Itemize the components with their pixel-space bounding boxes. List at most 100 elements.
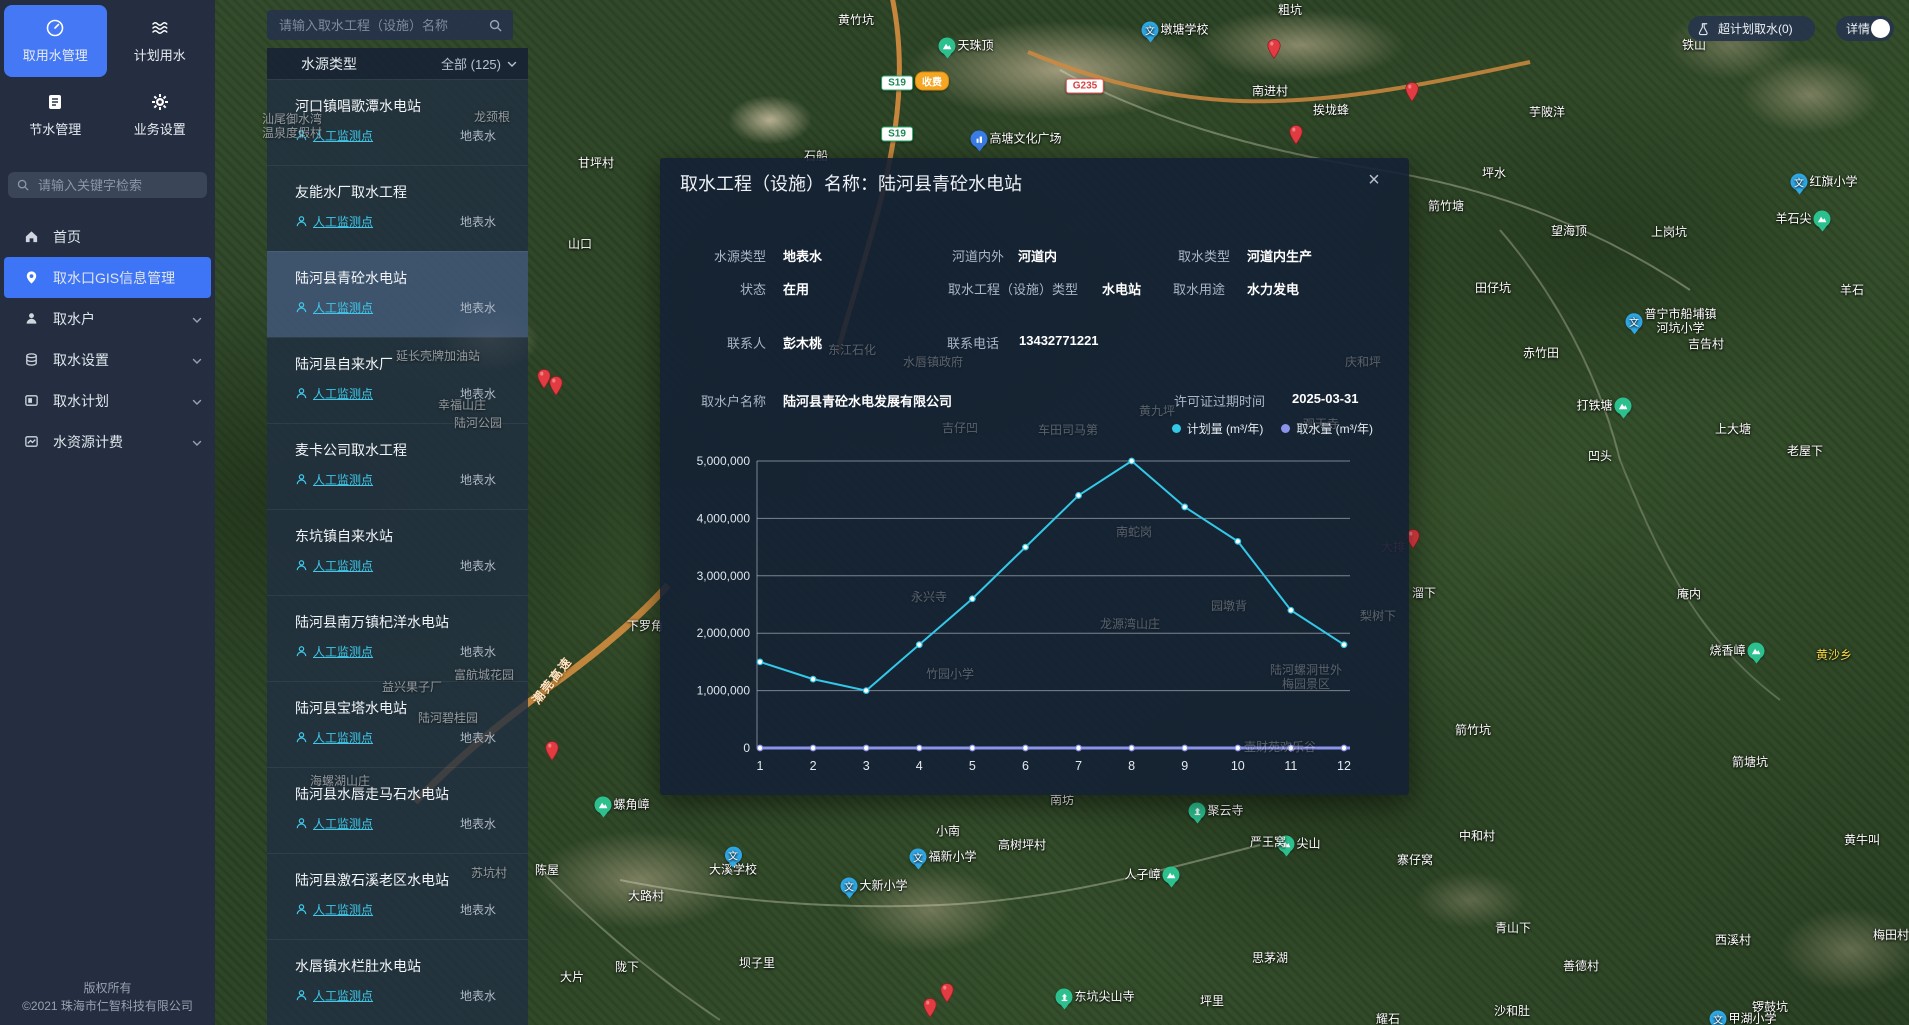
svg-text:4: 4 [916,759,923,773]
svg-text:3,000,000: 3,000,000 [697,569,751,583]
intake-marker-pin[interactable] [1289,125,1303,150]
monitor-type-link[interactable]: 人工监测点 [313,471,373,488]
station-list-item[interactable]: 陆河县激石溪老区水电站人工监测点地表水 [267,853,528,939]
database-icon [24,352,39,367]
station-list-item[interactable]: 陆河县水唇走马石水电站人工监测点 地表水 [267,767,528,853]
station-list-item[interactable]: 陆河县宝塔水电站人工监测点地表水 [267,681,528,767]
usage-chart[interactable]: 01,000,0002,000,0003,000,0004,000,0005,0… [660,440,1409,780]
monitor-type-link[interactable]: 人工监测点 [313,385,373,402]
app-root: 黄竹坑天珠顶高塘文化广场石船文墩塘学校粗坑南进村挨垅蜂芋陂洋铁山坪水箭竹塘望海顶… [0,0,1909,1025]
person-icon [295,989,308,1002]
water-source-type: 地表水 [460,815,496,832]
legend-item-1[interactable]: 计划量 (m³/年) [1172,420,1264,437]
person-icon [295,215,308,228]
sidebar-item-label: 取水户 [53,309,177,329]
station-list-item[interactable]: 水唇镇水栏肚水电站人工监测点地表水 [267,939,528,1025]
intake-marker-pin[interactable] [545,741,559,766]
svg-text:0: 0 [743,741,750,755]
svg-text:1,000,000: 1,000,000 [697,684,751,698]
person-icon [295,645,308,658]
app-tile-label: 计划用水 [134,45,186,64]
person-icon [295,473,308,486]
water-source-filter: 水源类型 全部 (125) [267,48,528,79]
legend-label: 计划量 (m³/年) [1187,420,1264,437]
sidebar-item-3[interactable]: 取水户 [0,298,215,339]
monitor-type-link[interactable]: 人工监测点 [313,557,373,574]
app-tile-1[interactable]: 取用水管理 [4,5,107,77]
toggle-knob-icon [1871,19,1890,38]
station-list-item[interactable]: 陆河县自来水厂人工监测点地表水 [267,337,528,423]
svg-text:7: 7 [1075,759,1082,773]
sidebar-item-4[interactable]: 取水设置 [0,339,215,380]
close-icon[interactable]: × [1362,168,1386,192]
pin-icon [24,270,39,285]
detail-toggle[interactable]: 详情 [1836,16,1894,41]
svg-text:2: 2 [810,759,817,773]
monitor-type-link[interactable]: 人工监测点 [313,987,373,1004]
svg-text:12: 12 [1337,759,1351,773]
water-source-type: 地表水 [460,987,496,1004]
station-name: 陆河县水唇走马石水电站 [295,784,514,804]
monitor-type-link[interactable]: 人工监测点 [313,299,373,316]
station-list-item[interactable]: 友能水厂取水工程人工监测点地表水 [267,165,528,251]
legend-item-2[interactable]: 取水量 (m³/年) [1281,420,1373,437]
sidebar-item-2[interactable]: 取水口GIS信息管理 [4,257,211,298]
document-icon [45,92,65,112]
sidebar-item-1[interactable]: 首页 [0,216,215,257]
station-name: 陆河县青砼水电站 [295,268,514,288]
field-label: 许可证过期时间 [660,391,1265,410]
station-panel: 水源类型 全部 (125) 河口镇唱歌潭水电站人工监测点地表水友能水厂取水工程人… [267,0,528,1025]
sidebar: 取用水管理计划用水节水管理业务设置 首页取水口GIS信息管理取水户取水设置取水计… [0,0,215,1025]
person-icon [295,817,308,830]
over-plan-badge[interactable]: 超计划取水(0) [1688,16,1815,41]
intake-marker-pin[interactable] [923,998,937,1023]
field-value: 2025-03-31 [1292,391,1359,406]
sidebar-item-5[interactable]: 取水计划 [0,380,215,421]
intake-marker-pin[interactable] [549,376,563,401]
sidebar-item-6[interactable]: 水资源计费 [0,421,215,462]
legend-label: 取水量 (m³/年) [1296,420,1373,437]
field-label: 取水类型 [660,246,1230,265]
app-tile-4[interactable]: 业务设置 [109,79,212,151]
copyright-line2: ©2021 珠海市仁智科技有限公司 [0,997,215,1015]
svg-text:2,000,000: 2,000,000 [697,626,751,640]
monitor-type-link[interactable]: 人工监测点 [313,815,373,832]
chevron-down-icon [191,436,203,448]
station-detail-dialog: 取水工程（设施）名称：陆河县青砼水电站 × 水源类型地表水河道内外河道内取水类型… [660,158,1409,795]
monitor-type-link[interactable]: 人工监测点 [313,213,373,230]
station-search-input[interactable] [277,17,488,34]
station-search[interactable] [267,10,513,40]
copyright-line1: 版权所有 [0,979,215,997]
sidebar-item-label: 取水设置 [53,350,177,370]
station-list-item[interactable]: 河口镇唱歌潭水电站人工监测点地表水 [267,79,528,165]
intake-marker-pin[interactable] [1267,39,1281,64]
svg-text:6: 6 [1022,759,1029,773]
station-list-item[interactable]: 麦卡公司取水工程人工监测点地表水 [267,423,528,509]
intake-marker-pin[interactable] [1405,82,1419,107]
sidebar-item-label: 取水口GIS信息管理 [53,268,199,288]
sidebar-search-input[interactable] [36,177,199,194]
water-source-type: 地表水 [460,471,496,488]
monitor-type-link[interactable]: 人工监测点 [313,901,373,918]
station-list-item[interactable]: 陆河县青砼水电站人工监测点地表水 [267,251,528,337]
monitor-type-link[interactable]: 人工监测点 [313,643,373,660]
water-source-type: 地表水 [460,557,496,574]
dialog-title: 取水工程（设施）名称：陆河县青砼水电站 [680,170,1022,196]
filter-dropdown[interactable]: 全部 (125) [441,54,518,73]
app-tile-3[interactable]: 节水管理 [4,79,107,151]
home-icon [24,229,39,244]
water-source-type: 地表水 [460,729,496,746]
station-name: 陆河县南万镇杞洋水电站 [295,612,514,632]
svg-text:1: 1 [757,759,764,773]
field-value: 13432771221 [1019,333,1099,348]
sidebar-search[interactable] [8,172,207,198]
app-tile-2[interactable]: 计划用水 [109,5,212,77]
monitor-type-link[interactable]: 人工监测点 [313,729,373,746]
station-list-item[interactable]: 东坑镇自来水站人工监测点地表水 [267,509,528,595]
monitor-type-link[interactable]: 人工监测点 [313,127,373,144]
station-name: 陆河县激石溪老区水电站 [295,870,514,890]
app-switcher: 取用水管理计划用水节水管理业务设置 [4,5,211,151]
station-list-item[interactable]: 陆河县南万镇杞洋水电站人工监测点地表水 [267,595,528,681]
meter-icon [45,18,65,38]
intake-marker-pin[interactable] [940,983,954,1008]
